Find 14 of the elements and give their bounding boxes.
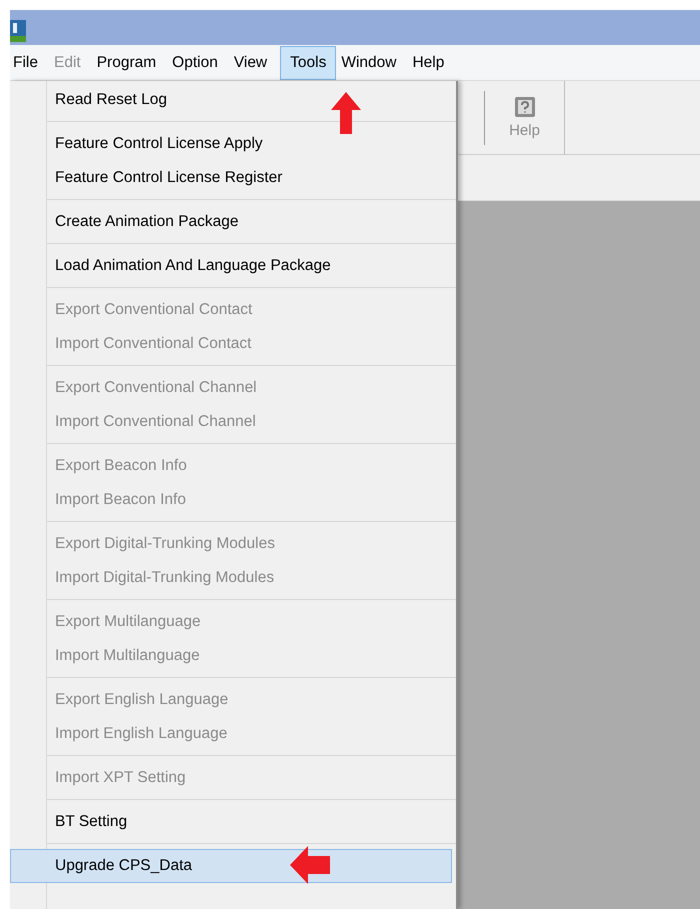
menu-item[interactable]: View (230, 46, 278, 80)
menu-item[interactable]: Program (94, 46, 168, 80)
menu-item[interactable]: Option (169, 46, 229, 80)
menu-item[interactable]: Feature Control License Register (10, 161, 456, 195)
menu-item[interactable]: File (10, 46, 49, 80)
menu-item[interactable]: Help (409, 46, 456, 80)
menu-item[interactable]: Feature Control License Apply (10, 127, 456, 161)
menu-item[interactable]: Read Reset Log (10, 83, 456, 117)
menu-item[interactable]: Upgrade CPS_Data (10, 849, 452, 883)
menu-item[interactable]: Create Animation Package (10, 205, 456, 239)
menu-item[interactable]: Tools (280, 46, 336, 80)
menu-item[interactable]: Window (338, 46, 408, 80)
menu-item[interactable]: BT Setting (10, 805, 456, 839)
menu-item[interactable]: Load Animation And Language Package (10, 249, 456, 283)
